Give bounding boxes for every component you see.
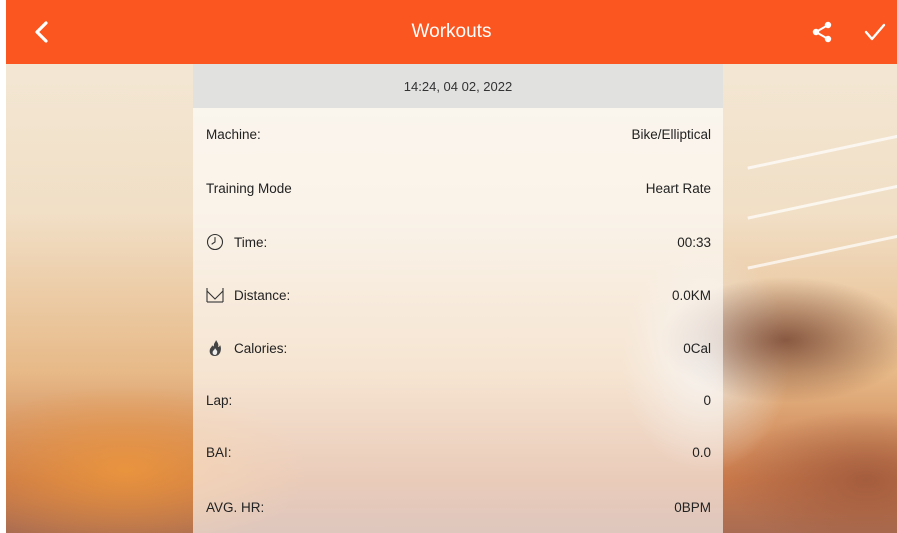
workout-summary-panel: 14:24, 04 02, 2022 Machine: Bike/Ellipti…: [193, 64, 723, 533]
row-distance: Distance: 0.0KM: [193, 269, 723, 321]
share-button[interactable]: [806, 16, 838, 48]
row-value: 0: [703, 392, 711, 408]
chevron-left-icon: [35, 21, 48, 43]
row-label: Lap:: [206, 392, 233, 408]
distance-icon: [206, 286, 224, 304]
row-label: Machine:: [206, 126, 261, 142]
row-lap: Lap: 0: [193, 374, 723, 426]
row-value: Bike/Elliptical: [631, 126, 711, 142]
session-datetime: 14:24, 04 02, 2022: [403, 78, 513, 94]
app-frame: Workouts 14:24, 04 02, 2022 Machine: Bik…: [6, 0, 897, 533]
row-label: Training Mode: [206, 180, 292, 196]
page-title: Workouts: [411, 21, 492, 42]
clock-icon: [206, 233, 224, 251]
confirm-button[interactable]: [859, 16, 891, 48]
row-value: 00:33: [677, 234, 711, 250]
row-label: Calories:: [234, 340, 288, 356]
row-value: Heart Rate: [645, 180, 711, 196]
row-value: 0.0KM: [671, 287, 711, 303]
row-label: AVG. HR:: [206, 499, 265, 515]
row-training-mode: Training Mode Heart Rate: [193, 162, 723, 214]
row-bai: BAI: 0.0: [193, 426, 723, 478]
row-label: BAI:: [206, 444, 232, 460]
row-value: 0.0: [692, 444, 711, 460]
check-icon: [864, 23, 886, 41]
row-avg-hr: AVG. HR: 0BPM: [193, 481, 723, 533]
row-value: 0Cal: [683, 340, 711, 356]
row-value: 0BPM: [674, 499, 711, 515]
top-bar: Workouts: [6, 0, 897, 64]
row-calories: Calories: 0Cal: [193, 322, 723, 374]
row-time: Time: 00:33: [193, 216, 723, 268]
back-button[interactable]: [26, 16, 58, 48]
share-icon: [812, 21, 832, 43]
session-datetime-bar: 14:24, 04 02, 2022: [193, 64, 723, 108]
row-machine: Machine: Bike/Elliptical: [193, 108, 723, 160]
row-label: Time:: [234, 234, 268, 250]
flame-icon: [206, 339, 224, 357]
row-label: Distance:: [234, 287, 291, 303]
